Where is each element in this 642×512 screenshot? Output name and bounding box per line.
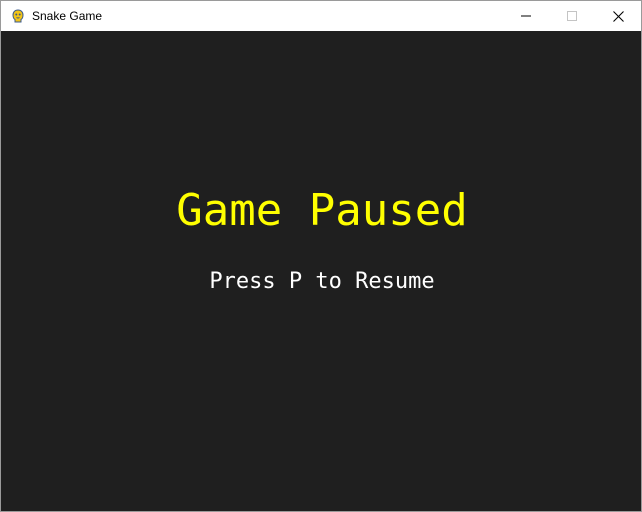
window-title: Snake Game — [32, 9, 103, 23]
minimize-button[interactable] — [503, 1, 549, 31]
game-canvas[interactable]: Game Paused Press P to Resume — [1, 31, 641, 511]
maximize-icon — [567, 11, 577, 21]
maximize-button[interactable] — [549, 1, 595, 31]
resume-hint: Press P to Resume — [209, 269, 435, 294]
app-icon — [12, 9, 24, 23]
title-bar[interactable]: Snake Game — [1, 1, 641, 31]
close-icon — [612, 10, 624, 22]
close-button[interactable] — [595, 1, 641, 31]
app-window: Snake Game Game Paused Press P to Resume — [0, 0, 642, 512]
minimize-icon — [521, 15, 531, 17]
paused-title: Game Paused — [176, 185, 468, 236]
